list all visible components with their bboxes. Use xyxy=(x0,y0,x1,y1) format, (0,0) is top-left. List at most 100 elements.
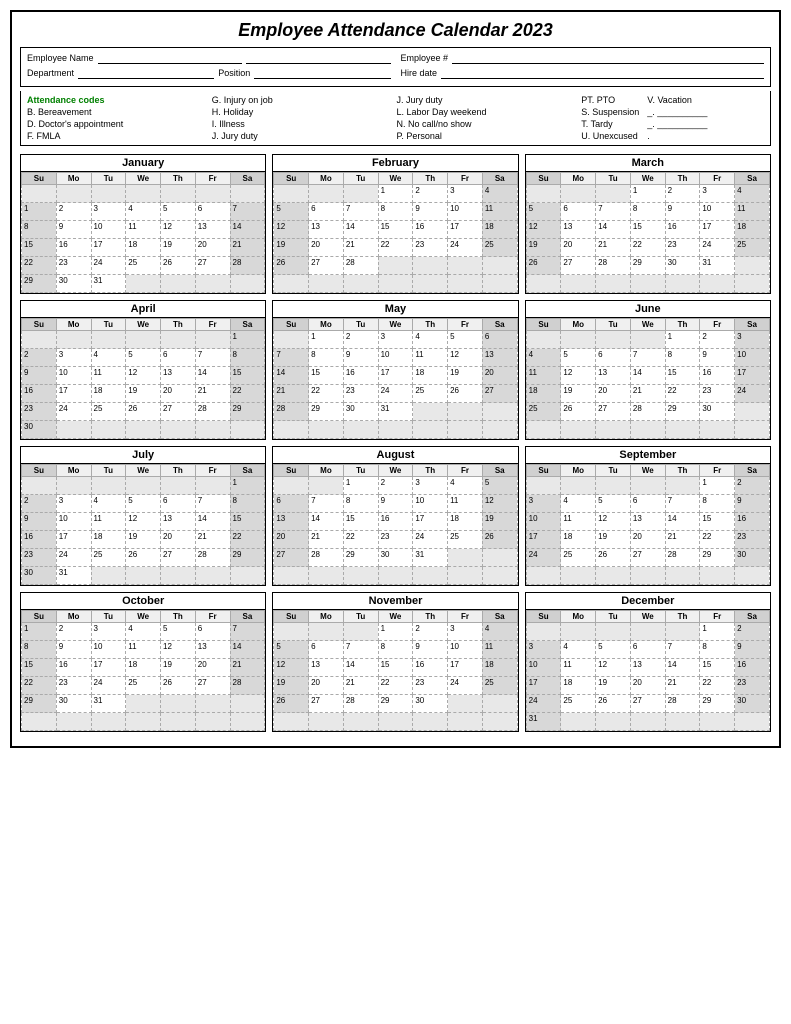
cal-cell[interactable]: 19 xyxy=(126,531,161,549)
cal-cell[interactable]: 7 xyxy=(630,349,665,367)
cal-cell[interactable]: 16 xyxy=(665,221,700,239)
cal-cell[interactable]: 22 xyxy=(309,385,344,403)
cal-cell[interactable]: 5 xyxy=(596,641,631,659)
cal-cell[interactable]: 17 xyxy=(448,659,483,677)
cal-cell[interactable]: 2 xyxy=(665,185,700,203)
cal-cell[interactable]: 24 xyxy=(378,385,413,403)
cal-cell[interactable]: 29 xyxy=(22,275,57,293)
cal-cell[interactable]: 9 xyxy=(378,495,413,513)
cal-cell[interactable]: 28 xyxy=(665,695,700,713)
cal-cell[interactable]: 4 xyxy=(126,203,161,221)
cal-cell[interactable]: 8 xyxy=(378,203,413,221)
cal-cell[interactable]: 6 xyxy=(195,623,230,641)
cal-cell[interactable]: 21 xyxy=(230,659,265,677)
cal-cell[interactable]: 1 xyxy=(378,185,413,203)
cal-cell[interactable]: 14 xyxy=(665,513,700,531)
cal-cell[interactable]: 23 xyxy=(56,677,91,695)
cal-cell[interactable]: 16 xyxy=(56,659,91,677)
cal-cell[interactable]: 9 xyxy=(56,221,91,239)
cal-cell[interactable]: 22 xyxy=(700,531,735,549)
cal-cell[interactable]: 31 xyxy=(56,567,91,585)
cal-cell[interactable]: 2 xyxy=(22,349,57,367)
cal-cell[interactable]: 11 xyxy=(561,659,596,677)
cal-cell[interactable]: 6 xyxy=(309,641,344,659)
cal-cell[interactable]: 3 xyxy=(56,349,91,367)
cal-cell[interactable]: 7 xyxy=(230,203,265,221)
cal-cell[interactable]: 2 xyxy=(378,477,413,495)
cal-cell[interactable]: 11 xyxy=(126,221,161,239)
cal-cell[interactable]: 4 xyxy=(526,349,561,367)
cal-cell[interactable]: 5 xyxy=(126,495,161,513)
cal-cell[interactable]: 18 xyxy=(482,221,517,239)
cal-cell[interactable]: 21 xyxy=(630,385,665,403)
cal-cell[interactable]: 27 xyxy=(309,695,344,713)
cal-cell[interactable]: 19 xyxy=(126,385,161,403)
cal-cell[interactable]: 7 xyxy=(343,203,378,221)
cal-cell[interactable]: 9 xyxy=(735,641,770,659)
cal-cell[interactable]: 3 xyxy=(526,495,561,513)
cal-cell[interactable]: 7 xyxy=(596,203,631,221)
cal-cell[interactable]: 2 xyxy=(413,623,448,641)
cal-cell[interactable]: 12 xyxy=(274,659,309,677)
cal-cell[interactable]: 25 xyxy=(482,677,517,695)
cal-cell[interactable]: 13 xyxy=(161,367,196,385)
cal-cell[interactable]: 23 xyxy=(735,677,770,695)
cal-cell[interactable]: 19 xyxy=(274,677,309,695)
cal-cell[interactable]: 25 xyxy=(526,403,561,421)
cal-cell[interactable]: 10 xyxy=(735,349,770,367)
cal-cell[interactable]: 22 xyxy=(22,677,57,695)
cal-cell[interactable]: 13 xyxy=(561,221,596,239)
cal-cell[interactable]: 15 xyxy=(343,513,378,531)
cal-cell[interactable]: 6 xyxy=(561,203,596,221)
cal-cell[interactable]: 9 xyxy=(413,203,448,221)
cal-cell[interactable]: 11 xyxy=(482,203,517,221)
cal-cell[interactable]: 26 xyxy=(274,257,309,275)
cal-cell[interactable]: 7 xyxy=(274,349,309,367)
cal-cell[interactable]: 24 xyxy=(448,677,483,695)
cal-cell[interactable]: 1 xyxy=(22,623,57,641)
cal-cell[interactable]: 18 xyxy=(526,385,561,403)
cal-cell[interactable]: 15 xyxy=(22,239,57,257)
cal-cell[interactable]: 30 xyxy=(735,695,770,713)
cal-cell[interactable]: 7 xyxy=(230,623,265,641)
cal-cell[interactable]: 8 xyxy=(665,349,700,367)
cal-cell[interactable]: 27 xyxy=(195,677,230,695)
cal-cell[interactable]: 23 xyxy=(343,385,378,403)
cal-cell[interactable]: 3 xyxy=(526,641,561,659)
cal-cell[interactable]: 20 xyxy=(596,385,631,403)
cal-cell[interactable]: 28 xyxy=(596,257,631,275)
cal-cell[interactable]: 14 xyxy=(195,367,230,385)
cal-cell[interactable]: 4 xyxy=(561,495,596,513)
cal-cell[interactable]: 29 xyxy=(230,549,265,567)
cal-cell[interactable]: 7 xyxy=(195,349,230,367)
cal-cell[interactable]: 23 xyxy=(22,549,57,567)
cal-cell[interactable]: 14 xyxy=(343,221,378,239)
cal-cell[interactable]: 2 xyxy=(22,495,57,513)
cal-cell[interactable]: 24 xyxy=(526,549,561,567)
cal-cell[interactable]: 21 xyxy=(230,239,265,257)
cal-cell[interactable]: 13 xyxy=(195,641,230,659)
cal-cell[interactable]: 12 xyxy=(161,221,196,239)
cal-cell[interactable]: 1 xyxy=(700,477,735,495)
cal-cell[interactable]: 15 xyxy=(230,513,265,531)
cal-cell[interactable]: 8 xyxy=(230,495,265,513)
cal-cell[interactable]: 23 xyxy=(700,385,735,403)
cal-cell[interactable]: 7 xyxy=(665,641,700,659)
employee-num-line[interactable] xyxy=(452,52,764,64)
cal-cell[interactable]: 12 xyxy=(526,221,561,239)
cal-cell[interactable]: 28 xyxy=(343,257,378,275)
cal-cell[interactable]: 8 xyxy=(230,349,265,367)
cal-cell[interactable]: 22 xyxy=(343,531,378,549)
cal-cell[interactable]: 9 xyxy=(665,203,700,221)
cal-cell[interactable]: 7 xyxy=(309,495,344,513)
cal-cell[interactable]: 31 xyxy=(413,549,448,567)
cal-cell[interactable]: 19 xyxy=(596,531,631,549)
cal-cell[interactable]: 26 xyxy=(526,257,561,275)
cal-cell[interactable]: 27 xyxy=(161,549,196,567)
cal-cell[interactable]: 4 xyxy=(448,477,483,495)
cal-cell[interactable]: 30 xyxy=(735,549,770,567)
cal-cell[interactable]: 28 xyxy=(309,549,344,567)
cal-cell[interactable]: 14 xyxy=(195,513,230,531)
cal-cell[interactable]: 16 xyxy=(413,221,448,239)
cal-cell[interactable]: 20 xyxy=(309,239,344,257)
